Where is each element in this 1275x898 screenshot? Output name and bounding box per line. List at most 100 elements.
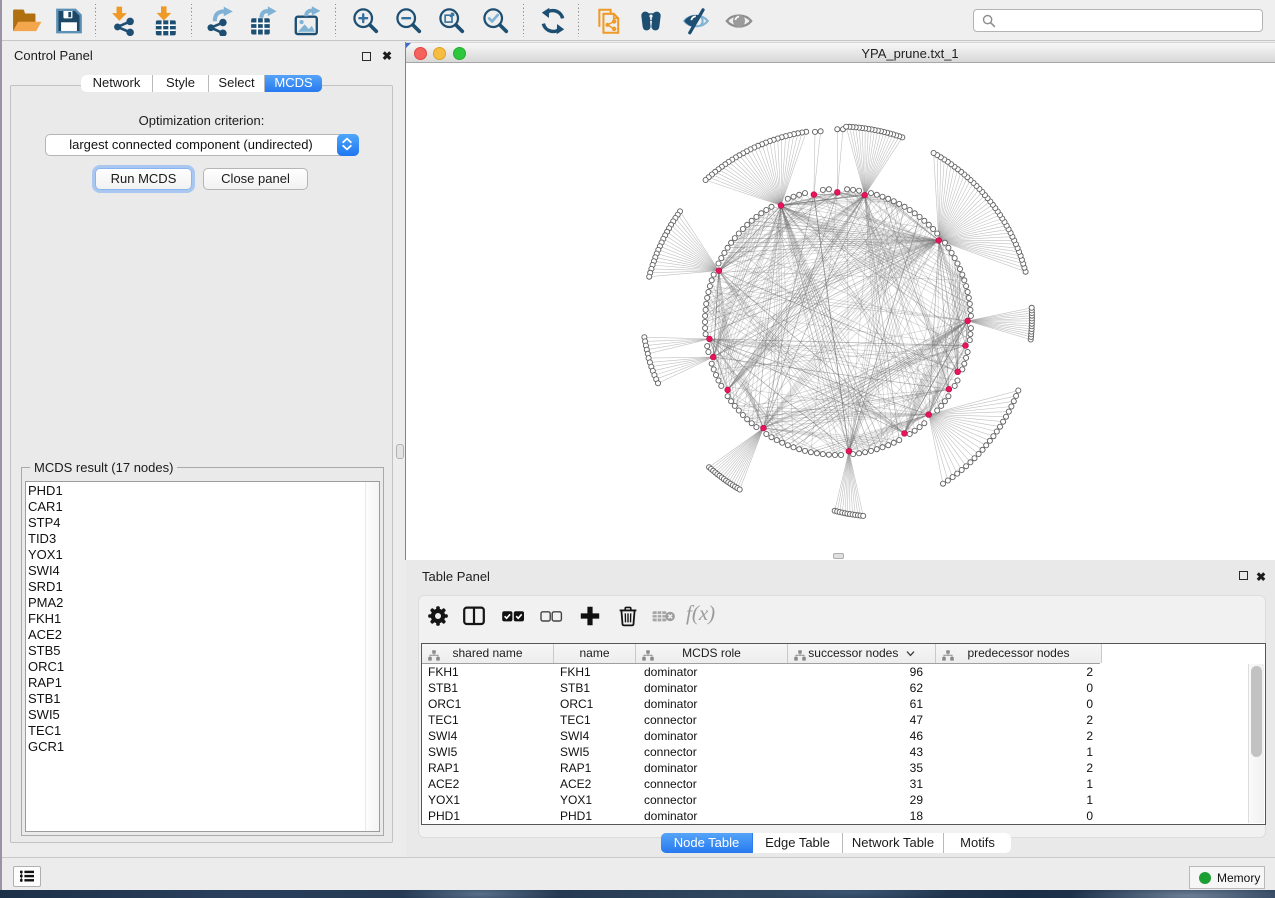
- column-header-MCDS-role[interactable]: MCDS role: [636, 644, 788, 663]
- vertical-splitter-grip[interactable]: [396, 444, 404, 459]
- export-network-icon[interactable]: [206, 6, 236, 36]
- export-table-icon[interactable]: [249, 6, 279, 36]
- zoom-in-icon[interactable]: [351, 6, 381, 36]
- zoom-out-icon[interactable]: [394, 6, 424, 36]
- table-cell-name[interactable]: SWI5: [560, 744, 636, 760]
- close-panel-icon[interactable]: ✖: [382, 49, 392, 63]
- import-network-icon[interactable]: [110, 6, 140, 36]
- add-column-icon[interactable]: [577, 603, 603, 629]
- table-cell-predecessor_nodes[interactable]: 1: [936, 744, 1093, 760]
- control-panel-tab-select[interactable]: Select: [209, 75, 265, 92]
- zoom-selected-icon[interactable]: [481, 6, 511, 36]
- table-cell-name[interactable]: YOX1: [560, 792, 636, 808]
- memory-button[interactable]: Memory: [1189, 866, 1265, 889]
- table-cell-successor_nodes[interactable]: 62: [788, 680, 923, 696]
- mcds-result-item[interactable]: RAP1: [28, 675, 64, 691]
- table-cell-predecessor_nodes[interactable]: 2: [936, 664, 1093, 680]
- table-cell-successor_nodes[interactable]: 35: [788, 760, 923, 776]
- save-icon[interactable]: [54, 6, 84, 36]
- table-cell-successor_nodes[interactable]: 96: [788, 664, 923, 680]
- mcds-result-item[interactable]: ORC1: [28, 659, 64, 675]
- delete-column-icon[interactable]: [615, 603, 641, 629]
- mcds-result-item[interactable]: SWI4: [28, 563, 64, 579]
- table-scrollbar-thumb[interactable]: [1251, 666, 1262, 757]
- column-header-shared-name[interactable]: shared name: [422, 644, 554, 663]
- refresh-icon[interactable]: [538, 6, 568, 36]
- table-cell-successor_nodes[interactable]: 29: [788, 792, 923, 808]
- table-cell-predecessor_nodes[interactable]: 1: [936, 792, 1093, 808]
- table-cell-predecessor_nodes[interactable]: 1: [936, 776, 1093, 792]
- table-cell-name[interactable]: ACE2: [560, 776, 636, 792]
- close-window-icon[interactable]: [414, 47, 427, 60]
- table-cell-shared_name[interactable]: STB1: [428, 680, 554, 696]
- mcds-result-item[interactable]: CAR1: [28, 499, 64, 515]
- table-cell-successor_nodes[interactable]: 61: [788, 696, 923, 712]
- table-cell-predecessor_nodes[interactable]: 2: [936, 760, 1093, 776]
- table-cell-successor_nodes[interactable]: 43: [788, 744, 923, 760]
- table-cell-mcds_role[interactable]: dominator: [644, 728, 788, 744]
- table-cell-predecessor_nodes[interactable]: 0: [936, 808, 1093, 824]
- export-image-icon[interactable]: [293, 6, 323, 36]
- table-cell-shared_name[interactable]: TEC1: [428, 712, 554, 728]
- column-header-name[interactable]: name: [554, 644, 636, 663]
- table-cell-mcds_role[interactable]: dominator: [644, 664, 788, 680]
- table-cell-name[interactable]: ORC1: [560, 696, 636, 712]
- table-cell-successor_nodes[interactable]: 47: [788, 712, 923, 728]
- table-cell-shared_name[interactable]: RAP1: [428, 760, 554, 776]
- table-cell-successor_nodes[interactable]: 31: [788, 776, 923, 792]
- table-cell-name[interactable]: RAP1: [560, 760, 636, 776]
- mcds-result-item[interactable]: STB1: [28, 691, 64, 707]
- open-icon[interactable]: [12, 6, 42, 36]
- deselect-all-icon[interactable]: [538, 603, 564, 629]
- zoom-fit-icon[interactable]: [437, 6, 467, 36]
- table-cell-mcds_role[interactable]: connector: [644, 744, 788, 760]
- table-cell-predecessor_nodes[interactable]: 0: [936, 680, 1093, 696]
- status-menu-button[interactable]: [13, 866, 41, 887]
- mcds-result-item[interactable]: TID3: [28, 531, 64, 547]
- mcds-result-item[interactable]: GCR1: [28, 739, 64, 755]
- network-window-titlebar[interactable]: YPA_prune.txt_1: [406, 42, 1275, 63]
- import-table-icon[interactable]: [152, 6, 182, 36]
- table-cell-name[interactable]: SWI4: [560, 728, 636, 744]
- table-cell-name[interactable]: TEC1: [560, 712, 636, 728]
- control-panel-tab-mcds[interactable]: MCDS: [265, 75, 322, 92]
- split-view-icon[interactable]: [461, 603, 487, 629]
- run-mcds-button[interactable]: Run MCDS: [95, 168, 192, 190]
- mcds-result-item[interactable]: YOX1: [28, 547, 64, 563]
- mcds-result-scrollbar[interactable]: [365, 482, 379, 831]
- mcds-result-item[interactable]: PHD1: [28, 483, 64, 499]
- mcds-result-item[interactable]: STP4: [28, 515, 64, 531]
- table-close-icon[interactable]: ✖: [1256, 570, 1266, 584]
- table-cell-predecessor_nodes[interactable]: 2: [936, 728, 1093, 744]
- table-cell-shared_name[interactable]: YOX1: [428, 792, 554, 808]
- table-cell-predecessor_nodes[interactable]: 0: [936, 696, 1093, 712]
- minimize-window-icon[interactable]: [433, 47, 446, 60]
- mcds-result-item[interactable]: ACE2: [28, 627, 64, 643]
- mcds-result-list[interactable]: PHD1CAR1STP4TID3YOX1SWI4SRD1PMA2FKH1ACE2…: [25, 481, 380, 832]
- show-all-icon[interactable]: [724, 6, 754, 36]
- control-panel-tab-style[interactable]: Style: [153, 75, 209, 92]
- mcds-result-item[interactable]: SRD1: [28, 579, 64, 595]
- select-all-icon[interactable]: [500, 603, 526, 629]
- table-cell-shared_name[interactable]: ORC1: [428, 696, 554, 712]
- table-panel-tab-edge-table[interactable]: Edge Table: [753, 833, 843, 853]
- table-float-icon[interactable]: [1239, 571, 1248, 580]
- table-cell-shared_name[interactable]: FKH1: [428, 664, 554, 680]
- criterion-dropdown[interactable]: largest connected component (undirected): [45, 134, 359, 156]
- table-scrollbar[interactable]: [1248, 664, 1264, 823]
- table-cell-shared_name[interactable]: SWI4: [428, 728, 554, 744]
- table-panel-tab-motifs[interactable]: Motifs: [944, 833, 1011, 853]
- table-cell-shared_name[interactable]: SWI5: [428, 744, 554, 760]
- table-cell-predecessor_nodes[interactable]: 2: [936, 712, 1093, 728]
- search-box[interactable]: [973, 9, 1263, 32]
- table-cell-name[interactable]: STB1: [560, 680, 636, 696]
- table-cell-mcds_role[interactable]: connector: [644, 792, 788, 808]
- table-cell-mcds_role[interactable]: dominator: [644, 680, 788, 696]
- network-canvas[interactable]: [406, 63, 1275, 560]
- table-cell-name[interactable]: FKH1: [560, 664, 636, 680]
- close-panel-button[interactable]: Close panel: [203, 168, 308, 190]
- column-header-successor-nodes[interactable]: successor nodes: [788, 644, 936, 663]
- float-panel-icon[interactable]: [362, 52, 371, 61]
- table-panel-tab-network-table[interactable]: Network Table: [843, 833, 944, 853]
- control-panel-tab-network[interactable]: Network: [81, 75, 153, 92]
